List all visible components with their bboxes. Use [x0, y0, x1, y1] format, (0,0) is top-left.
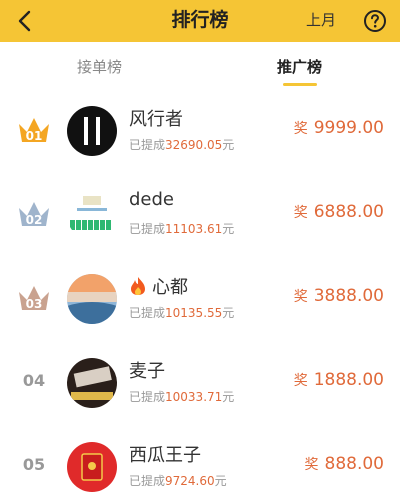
withdrawn-info: 已提成32690.05元 — [129, 138, 235, 152]
withdrawn-info: 已提成9724.60元 — [129, 474, 227, 488]
user-name: dede — [129, 189, 174, 210]
prize-amount: 奖 888.00 — [304, 454, 384, 474]
rank-number: 01 — [26, 129, 43, 143]
withdrawn-info: 已提成11103.61元 — [129, 222, 235, 236]
silver-crown-icon: 02 — [19, 202, 49, 227]
user-name-text: 心都 — [152, 277, 188, 298]
list-item[interactable]: 03 心都 已提成10135.55元 奖 3888.00 — [0, 260, 400, 344]
gold-crown-icon: 01 — [19, 118, 49, 143]
prize-amount: 奖 1888.00 — [293, 370, 384, 390]
fire-icon — [131, 277, 145, 295]
user-name: 风行者 — [129, 109, 183, 130]
avatar — [67, 358, 117, 408]
tab-active-indicator — [283, 83, 317, 86]
user-name: 心都 — [129, 273, 188, 299]
prize-amount: 奖 3888.00 — [293, 286, 384, 306]
help-icon — [364, 10, 386, 32]
top-bar: 排行榜 上月 — [0, 0, 400, 42]
rank-number: 03 — [26, 297, 43, 311]
rank-number: 04 — [22, 371, 46, 390]
user-name: 麦子 — [129, 361, 165, 382]
period-selector[interactable]: 上月 — [306, 0, 336, 42]
withdrawn-info: 已提成10135.55元 — [129, 306, 235, 320]
avatar — [67, 442, 117, 492]
page-title: 排行榜 — [171, 9, 229, 31]
list-item[interactable]: 01 风行者 已提成32690.05元 奖 9999.00 — [0, 92, 400, 176]
withdrawn-info: 已提成10033.71元 — [129, 390, 235, 404]
avatar — [67, 274, 117, 324]
prize-amount: 奖 9999.00 — [293, 118, 384, 138]
rank-number: 05 — [22, 455, 46, 474]
avatar — [67, 190, 117, 240]
list-item[interactable]: 04 麦子 已提成10033.71元 奖 1888.00 — [0, 344, 400, 428]
help-button[interactable] — [362, 8, 388, 34]
prize-amount: 奖 6888.00 — [293, 202, 384, 222]
list-item[interactable]: 02 dede 已提成11103.61元 奖 6888.00 — [0, 176, 400, 260]
bronze-crown-icon: 03 — [19, 286, 49, 311]
tab-orders-rank[interactable]: 接单榜 — [77, 42, 122, 92]
user-name: 西瓜王子 — [129, 445, 201, 466]
rank-number: 02 — [26, 213, 43, 227]
list-item[interactable]: 05 西瓜王子 已提成9724.60元 奖 888.00 — [0, 428, 400, 504]
tab-bar: 接单榜 推广榜 — [0, 42, 400, 92]
avatar — [67, 106, 117, 156]
